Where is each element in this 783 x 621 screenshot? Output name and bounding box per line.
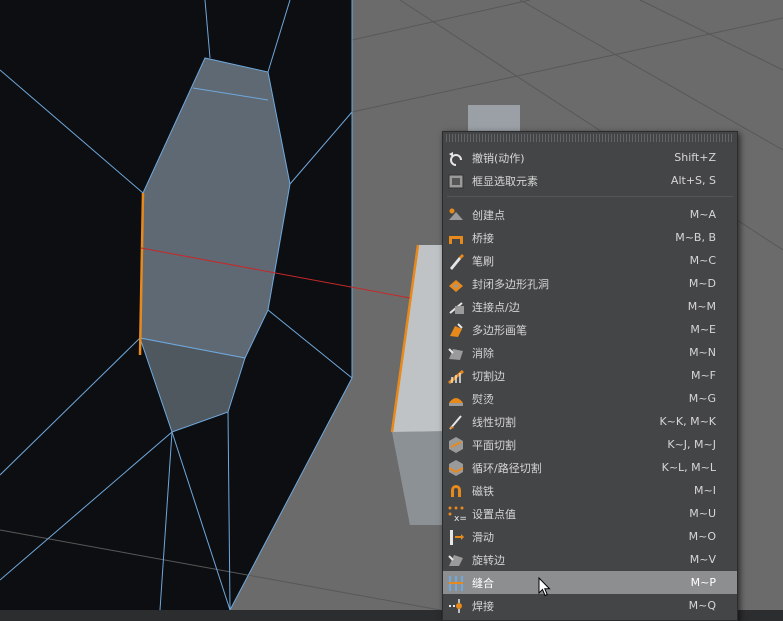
menu-item-stitch-and-sew[interactable]: 缝合 M~P (443, 571, 737, 594)
polygon-pen-icon (446, 320, 466, 340)
menu-separator (447, 196, 733, 197)
menu-item-label: 焊接 (472, 599, 494, 613)
mouse-cursor-icon (538, 577, 551, 597)
menu-item-undo[interactable]: 撤销(动作) Shift+Z (443, 146, 737, 169)
dissolve-icon (446, 343, 466, 363)
iron-icon (446, 389, 466, 409)
spin-edge-icon (446, 550, 466, 570)
menu-item-magnet[interactable]: 磁铁 M~I (443, 479, 737, 502)
menu-item-label: 缝合 (472, 576, 494, 590)
menu-item-label: 多边形画笔 (472, 323, 527, 337)
menu-item-shortcut: M~G (688, 392, 716, 405)
menu-item-label: 消除 (472, 346, 494, 360)
menu-item-connect-points-edges[interactable]: 连接点/边 M~M (443, 295, 737, 318)
menu-item-loop-path-cut[interactable]: 循环/路径切割 K~L, M~L (443, 456, 737, 479)
menu-item-shortcut: M~A (689, 208, 716, 221)
mesh-tools-context-menu: 撤销(动作) Shift+Z 框显选取元素 Alt+S, S 创建点 M~A 桥接 M~B,… (442, 131, 738, 621)
menu-item-label: 磁铁 (472, 484, 494, 498)
menu-item-slide[interactable]: 滑动 M~O (443, 525, 737, 548)
weld-icon (446, 596, 466, 616)
menu-item-iron[interactable]: 熨烫 M~G (443, 387, 737, 410)
menu-item-shortcut: M~D (688, 277, 716, 290)
menu-item-shortcut: K~J, M~J (667, 438, 716, 451)
menu-item-label: 旋转边 (472, 553, 505, 567)
menu-item-bridge[interactable]: 桥接 M~B, B (443, 226, 737, 249)
menu-item-label: 连接点/边 (472, 300, 520, 314)
menu-item-shortcut: Alt+S, S (670, 174, 716, 187)
menu-item-dissolve[interactable]: 消除 M~N (443, 341, 737, 364)
menu-item-close-polygon-hole[interactable]: 封闭多边形孔洞 M~D (443, 272, 737, 295)
line-cut-icon (446, 412, 466, 432)
menu-item-shortcut: K~K, M~K (659, 415, 716, 428)
menu-item-shortcut: M~I (694, 484, 716, 497)
set-point-value-icon: x= (446, 504, 466, 524)
menu-item-label: 循环/路径切割 (472, 461, 542, 475)
connect-points-edges-icon (446, 297, 466, 317)
menu-item-shortcut: M~O (688, 530, 716, 543)
menu-item-brush[interactable]: 笔刷 M~C (443, 249, 737, 272)
menu-item-edge-cut[interactable]: 切割边 M~F (443, 364, 737, 387)
menu-item-plane-cut[interactable]: 平面切割 K~J, M~J (443, 433, 737, 456)
menu-item-line-cut[interactable]: 线性切割 K~K, M~K (443, 410, 737, 433)
menu-item-shortcut: M~E (690, 323, 716, 336)
menu-item-spin-edge[interactable]: 旋转边 M~V (443, 548, 737, 571)
svg-text:x=: x= (454, 514, 466, 524)
menu-item-label: 线性切割 (472, 415, 516, 429)
menu-item-label: 滑动 (472, 530, 494, 544)
menu-item-shortcut: M~U (689, 507, 716, 520)
menu-item-shortcut: Shift+Z (674, 151, 716, 164)
menu-item-label: 平面切割 (472, 438, 516, 452)
edge-cut-icon (446, 366, 466, 386)
menu-item-shortcut: M~N (689, 346, 716, 359)
menu-item-label: 创建点 (472, 208, 505, 222)
menu-item-label: 设置点值 (472, 507, 516, 521)
menu-item-shortcut: M~P (690, 576, 716, 589)
menu-item-shortcut: M~V (689, 553, 716, 566)
menu-item-label: 熨烫 (472, 392, 494, 406)
brush-icon (446, 251, 466, 271)
create-point-icon (446, 205, 466, 225)
stitch-and-sew-icon (446, 573, 466, 593)
menu-item-label: 桥接 (472, 231, 494, 245)
menu-item-polygon-pen[interactable]: 多边形画笔 M~E (443, 318, 737, 341)
menu-item-shortcut: M~Q (688, 599, 716, 612)
menu-item-label: 切割边 (472, 369, 505, 383)
menu-item-shortcut: M~F (690, 369, 716, 382)
frame-selected-icon (446, 171, 466, 191)
plane-cut-icon (446, 435, 466, 455)
menu-item-frame-selected[interactable]: 框显选取元素 Alt+S, S (443, 169, 737, 192)
close-polygon-hole-icon (446, 274, 466, 294)
undo-icon (446, 148, 466, 168)
menu-item-label: 笔刷 (472, 254, 494, 268)
menu-item-label: 撤销(动作) (472, 151, 525, 165)
menu-item-shortcut: M~M (687, 300, 716, 313)
magnet-icon (446, 481, 466, 501)
menu-item-shortcut: K~L, M~L (661, 461, 716, 474)
menu-item-shortcut: M~B, B (675, 231, 716, 244)
menu-item-shortcut: M~C (689, 254, 716, 267)
bridge-icon (446, 228, 466, 248)
menu-item-set-point-value[interactable]: x= 设置点值 M~U (443, 502, 737, 525)
menu-item-weld[interactable]: 焊接 M~Q (443, 594, 737, 617)
loop-path-cut-icon (446, 458, 466, 478)
menu-item-create-point[interactable]: 创建点 M~A (443, 203, 737, 226)
menu-item-label: 封闭多边形孔洞 (472, 277, 549, 291)
menu-drag-grip[interactable] (446, 134, 734, 142)
menu-item-label: 框显选取元素 (472, 174, 538, 188)
slide-icon (446, 527, 466, 547)
